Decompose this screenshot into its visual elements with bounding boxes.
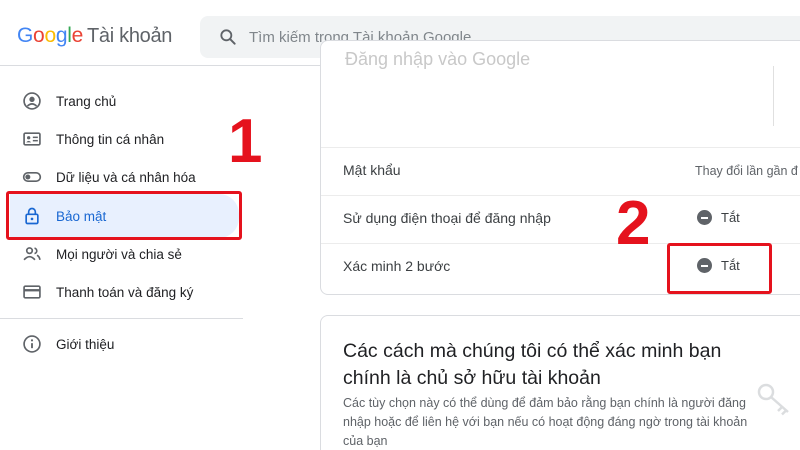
row-label: Sử dụng điện thoại để đăng nhập — [343, 210, 551, 226]
verify-methods-card: Các cách mà chúng tôi có thể xác minh bạ… — [320, 315, 800, 450]
highlight-box-two-step-status — [667, 243, 772, 294]
sidebar-item-payments[interactable]: Thanh toán và đăng ký — [0, 272, 243, 312]
people-icon — [23, 247, 41, 261]
id-card-icon — [23, 132, 41, 146]
info-icon — [23, 335, 41, 353]
row-label: Mật khẩu — [343, 162, 401, 178]
sidebar-item-home[interactable]: Trang chủ — [0, 81, 243, 121]
logo-letter: o — [44, 24, 56, 47]
sidebar-item-label: Trang chủ — [56, 93, 117, 109]
phone-signin-row[interactable]: Sử dụng điện thoại để đăng nhập Tắt — [321, 195, 800, 243]
password-row[interactable]: Mật khẩu Thay đổi lần gần đ — [321, 147, 800, 195]
card-description: Các tùy chọn này có thể dùng để đảm bảo … — [343, 396, 748, 448]
card-title-faded: Đăng nhập vào Google — [345, 49, 531, 69]
highlight-box-security — [6, 191, 242, 240]
sidebar-item-label: Thông tin cá nhân — [56, 131, 165, 147]
sidebar-item-label: Dữ liệu và cá nhân hóa — [56, 169, 196, 185]
sidebar-item-label: Thanh toán và đăng ký — [56, 284, 194, 300]
account-circle-icon — [23, 92, 41, 110]
credit-card-icon — [23, 285, 41, 299]
sidebar-divider — [0, 318, 243, 319]
logo-letter: e — [71, 24, 84, 47]
sidebar-item-label: Giới thiệu — [56, 336, 115, 352]
sidebar-item-personal-info[interactable]: Thông tin cá nhân — [0, 119, 243, 159]
decorative-line — [773, 66, 774, 126]
sidebar-item-about[interactable]: Giới thiệu — [0, 324, 243, 364]
row-value: Thay đổi lần gần đ — [695, 164, 798, 178]
status-text: Tắt — [721, 210, 740, 225]
step-number-2: 2 — [616, 189, 651, 258]
product-name: Tài khoản — [86, 25, 173, 47]
status-indicator: Tắt — [697, 210, 740, 225]
key-icon — [757, 383, 789, 416]
step-number-1: 1 — [228, 107, 263, 176]
google-account-logo[interactable]: Google Tài khoản — [17, 24, 172, 48]
row-label: Xác minh 2 bước — [343, 258, 451, 274]
logo-letter: G — [17, 24, 34, 47]
logo-letter: o — [33, 24, 45, 47]
sidebar-nav: Trang chủ Thông tin cá nhân Dữ liệu và c… — [0, 66, 243, 450]
toggle-icon — [22, 172, 42, 182]
sidebar-item-label: Mọi người và chia sẻ — [56, 246, 182, 262]
sidebar-item-people-sharing[interactable]: Mọi người và chia sẻ — [0, 234, 243, 274]
off-icon — [697, 210, 712, 225]
search-icon[interactable] — [218, 27, 238, 47]
card-heading: Các cách mà chúng tôi có thể xác minh bạ… — [343, 340, 722, 389]
logo-letter: g — [55, 24, 68, 47]
